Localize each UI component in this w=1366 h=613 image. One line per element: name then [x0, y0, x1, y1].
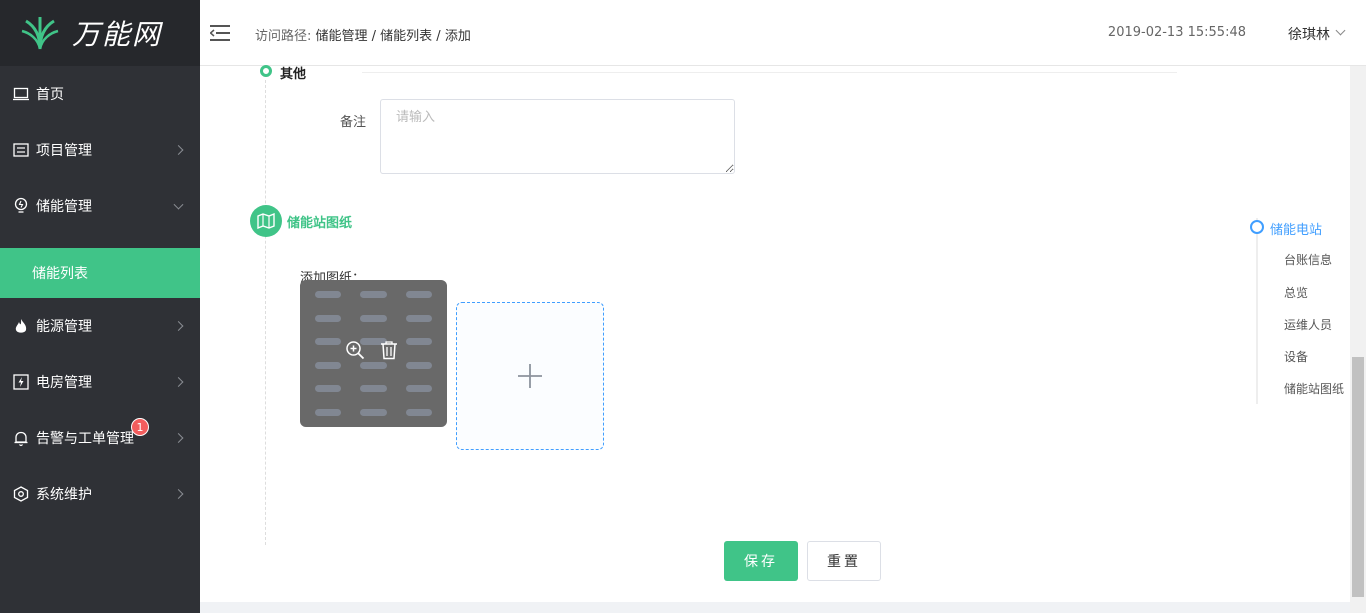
menu-collapse-icon[interactable] [210, 24, 230, 42]
sidebar-item-power-room[interactable]: 电房管理 [0, 354, 200, 410]
anchor-rail [1256, 218, 1258, 404]
logo[interactable]: 万能网 [0, 0, 200, 66]
delete-icon[interactable] [379, 340, 399, 360]
monitor-icon [12, 85, 30, 103]
sidebar-item-label: 系统维护 [36, 487, 92, 503]
top-header: 访问路径: 储能管理 / 储能列表 / 添加 2019-02-13 15:55:… [200, 0, 1366, 66]
current-time: 2019-02-13 15:55:48 [1107, 25, 1246, 40]
logo-mark-icon [21, 17, 59, 50]
section-title-other: 其他 [280, 67, 307, 82]
anchor-link-overview[interactable]: 总览 [1284, 284, 1308, 301]
upload-drawing-button[interactable] [456, 302, 604, 450]
chevron-right-icon [173, 145, 184, 155]
bulb-icon [12, 197, 30, 215]
sidebar-subitem-storage-list[interactable]: 储能列表 [0, 248, 200, 298]
power-box-icon [12, 373, 30, 391]
scrollbar-thumb[interactable] [1352, 357, 1364, 597]
reset-button[interactable]: 重置 [807, 541, 881, 581]
notification-badge: 1 [131, 418, 149, 436]
breadcrumb: 访问路径: 储能管理 / 储能列表 / 添加 [255, 25, 471, 44]
sidebar-item-label: 储能管理 [36, 199, 92, 215]
anchor-link-ledger[interactable]: 台账信息 [1284, 251, 1332, 268]
anchor-link-drawings[interactable]: 储能站图纸 [1284, 380, 1344, 397]
plus-icon [518, 364, 542, 388]
map-icon [250, 205, 282, 237]
breadcrumb-path: 储能管理 / 储能列表 / 添加 [315, 29, 471, 44]
chevron-down-icon [173, 199, 184, 210]
anchor-nav: 储能电站 台账信息 总览 运维人员 设备 储能站图纸 [1250, 218, 1350, 404]
drawing-thumbnail[interactable] [300, 280, 447, 427]
hexagon-gear-icon [12, 485, 30, 503]
sidebar-item-label: 能源管理 [36, 319, 92, 335]
section-dot [260, 65, 272, 77]
chevron-right-icon [173, 433, 184, 443]
anchor-link-ops-staff[interactable]: 运维人员 [1284, 316, 1332, 333]
sidebar-item-storage[interactable]: 储能管理 [0, 178, 200, 234]
section-title-drawing: 储能站图纸 [287, 216, 353, 231]
sidebar-item-label: 告警与工单管理 [36, 431, 134, 447]
remark-label: 备注 [340, 115, 367, 130]
sidebar-item-home[interactable]: 首页 [0, 66, 200, 122]
sidebar-item-label: 电房管理 [36, 375, 92, 391]
zoom-in-icon[interactable] [345, 340, 365, 360]
list-card-icon [12, 141, 30, 159]
sidebar-item-label: 项目管理 [36, 143, 92, 159]
chevron-right-icon [173, 321, 184, 331]
sidebar-item-alarm[interactable]: 告警与工单管理 1 [0, 410, 200, 466]
chevron-right-icon [173, 377, 184, 387]
sidebar-item-system[interactable]: 系统维护 [0, 466, 200, 522]
save-button[interactable]: 保存 [724, 541, 798, 581]
bottom-strip [200, 602, 1350, 613]
anchor-link-station[interactable]: 储能电站 [1270, 219, 1322, 238]
anchor-indicator [1250, 220, 1264, 234]
sidebar: 万能网 首页 项目管理 储能管理 储能列表 能源管理 电房管理 告警与工单管理 … [0, 0, 200, 613]
anchor-link-equipment[interactable]: 设备 [1284, 348, 1308, 365]
bell-icon [12, 429, 30, 447]
sidebar-item-project[interactable]: 项目管理 [0, 122, 200, 178]
divider [362, 72, 1177, 73]
thumbnail-actions [345, 340, 399, 360]
brand-name: 万能网 [72, 18, 163, 51]
chevron-right-icon [173, 489, 184, 499]
chevron-down-icon[interactable] [1335, 25, 1346, 36]
remark-textarea[interactable] [380, 99, 735, 174]
sidebar-item-label: 首页 [36, 87, 64, 103]
user-menu[interactable]: 徐琪林 [1288, 24, 1330, 44]
flame-icon [12, 317, 30, 335]
breadcrumb-prefix: 访问路径: [255, 29, 312, 44]
sidebar-item-energy[interactable]: 能源管理 [0, 298, 200, 354]
timeline-line [265, 80, 266, 545]
